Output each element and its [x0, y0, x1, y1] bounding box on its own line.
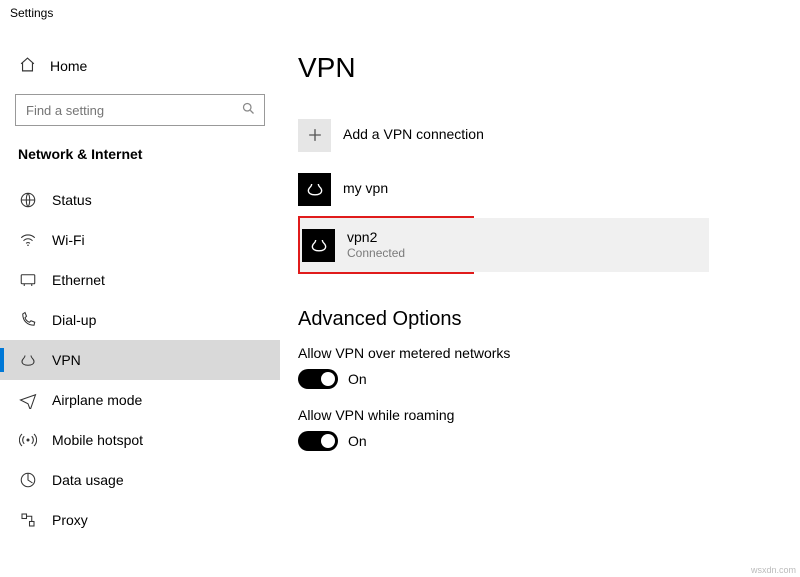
sidebar-item-dialup[interactable]: Dial-up: [15, 300, 265, 340]
toggle-roaming-state: On: [348, 433, 367, 449]
watermark: wsxdn.com: [751, 565, 796, 575]
option-roaming-label: Allow VPN while roaming: [298, 407, 730, 423]
sidebar-item-label: Proxy: [52, 512, 88, 528]
vpn-connection-myvpn[interactable]: my vpn: [298, 162, 730, 216]
sidebar-item-vpn[interactable]: VPN: [0, 340, 280, 380]
sidebar-item-label: Wi-Fi: [52, 232, 85, 248]
content-pane: VPN Add a VPN connection my vpn: [280, 27, 800, 577]
option-metered-label: Allow VPN over metered networks: [298, 345, 730, 361]
sidebar-item-label: Mobile hotspot: [52, 432, 143, 448]
sidebar-item-label: Dial-up: [52, 312, 96, 328]
globe-icon: [19, 191, 37, 209]
sidebar-item-label: Status: [52, 192, 92, 208]
sidebar: Home Network & Internet Status Wi-Fi Eth…: [0, 27, 280, 577]
toggle-metered-state: On: [348, 371, 367, 387]
sidebar-item-label: Data usage: [52, 472, 124, 488]
sidebar-item-airplane[interactable]: Airplane mode: [15, 380, 265, 420]
vpn-status: Connected: [347, 246, 405, 261]
sidebar-item-ethernet[interactable]: Ethernet: [15, 260, 265, 300]
page-title: VPN: [298, 52, 730, 84]
toggle-metered[interactable]: [298, 369, 338, 389]
toggle-roaming[interactable]: [298, 431, 338, 451]
home-button[interactable]: Home: [15, 52, 265, 94]
home-icon: [19, 56, 36, 76]
proxy-icon: [19, 511, 37, 529]
window-title: Settings: [0, 0, 800, 27]
vpn-name: my vpn: [343, 180, 388, 198]
add-vpn-button[interactable]: Add a VPN connection: [298, 108, 730, 162]
vpn-connection-vpn2[interactable]: vpn2 Connected: [300, 218, 709, 272]
vpn-icon: [19, 351, 37, 369]
search-icon: [241, 101, 256, 119]
vpn-name: vpn2: [347, 229, 405, 247]
data-icon: [19, 471, 37, 489]
airplane-icon: [19, 391, 37, 409]
highlight-box: vpn2 Connected: [298, 216, 474, 274]
vpn-connection-icon: [302, 229, 335, 262]
sidebar-item-datausage[interactable]: Data usage: [15, 460, 265, 500]
sidebar-item-label: VPN: [52, 352, 81, 368]
advanced-options-heading: Advanced Options: [298, 308, 730, 331]
sidebar-item-wifi[interactable]: Wi-Fi: [15, 220, 265, 260]
vpn-connection-icon: [298, 173, 331, 206]
sidebar-section-heading: Network & Internet: [18, 146, 265, 162]
phone-icon: [19, 311, 37, 329]
sidebar-item-proxy[interactable]: Proxy: [15, 500, 265, 540]
ethernet-icon: [19, 271, 37, 289]
add-vpn-label: Add a VPN connection: [343, 126, 484, 144]
sidebar-item-label: Ethernet: [52, 272, 105, 288]
plus-icon: [298, 119, 331, 152]
sidebar-item-label: Airplane mode: [52, 392, 142, 408]
search-field[interactable]: [24, 102, 241, 119]
home-label: Home: [50, 58, 87, 74]
sidebar-item-hotspot[interactable]: Mobile hotspot: [15, 420, 265, 460]
search-input[interactable]: [15, 94, 265, 126]
sidebar-item-status[interactable]: Status: [15, 180, 265, 220]
hotspot-icon: [19, 431, 37, 449]
wifi-icon: [19, 231, 37, 249]
